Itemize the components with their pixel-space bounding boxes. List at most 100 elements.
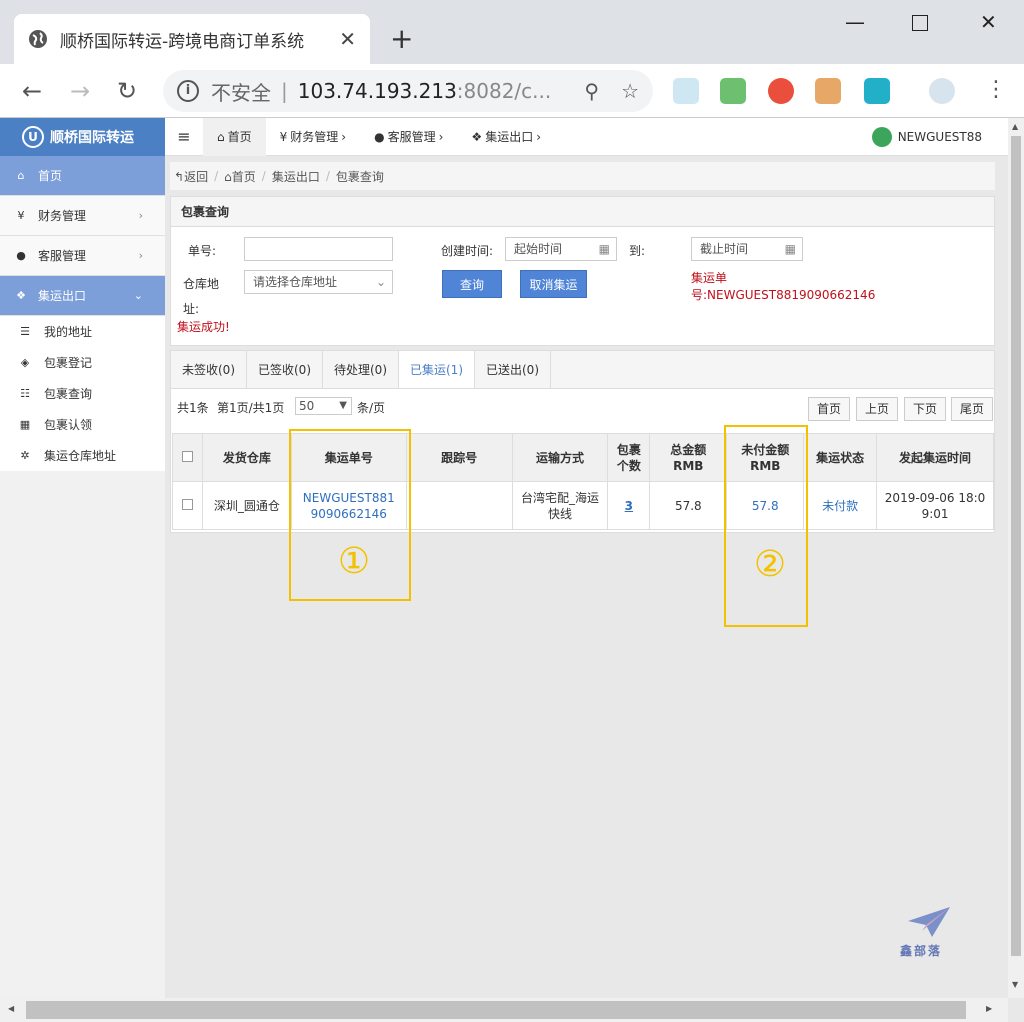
logo[interactable]: U 顺桥国际转运 xyxy=(0,118,165,156)
first-page-button[interactable]: 首页 xyxy=(808,397,851,421)
extension-icon-1[interactable] xyxy=(673,78,699,104)
url-text[interactable]: 103.74.193.213:8082/c... xyxy=(298,79,585,103)
order-input[interactable] xyxy=(244,237,393,261)
col-status: 集运状态 xyxy=(803,433,878,482)
reply-icon: ↰ xyxy=(174,169,185,184)
cell-total: 57.8 xyxy=(649,481,728,530)
scroll-up-icon[interactable]: ▲ xyxy=(1012,122,1018,131)
profile-avatar[interactable] xyxy=(929,78,955,104)
warehouse-label: 仓库地 xyxy=(183,277,220,291)
topnav-home[interactable]: ⌂ 首页 xyxy=(203,117,266,156)
back-icon[interactable]: ← xyxy=(22,77,42,105)
row-checkbox[interactable] xyxy=(172,481,203,530)
scroll-right-icon[interactable]: ▶ xyxy=(986,1004,992,1013)
cell-tracking xyxy=(405,481,513,530)
watermark-logo: 鑫部落 xyxy=(900,901,960,961)
breadcrumb-export[interactable]: 集运出口 xyxy=(272,168,320,185)
tab-shipped[interactable]: 已送出(0) xyxy=(475,351,551,389)
sidebar-item-home[interactable]: ⌂ 首页 xyxy=(0,156,165,196)
scroll-left-icon[interactable]: ◀ xyxy=(8,1004,14,1013)
horizontal-scrollbar[interactable]: ◀ ▶ xyxy=(0,998,1008,1022)
close-tab-icon[interactable]: ✕ xyxy=(339,27,356,51)
page-info: 第1页/共1页 xyxy=(217,401,285,415)
reload-icon[interactable]: ↻ xyxy=(117,77,137,105)
extension-icon-4[interactable] xyxy=(815,78,841,104)
chevron-right-icon: › xyxy=(536,129,542,144)
sidebar-item-service[interactable]: ● 客服管理 › xyxy=(0,236,165,276)
cell-status[interactable]: 未付款 xyxy=(803,481,878,530)
horizontal-scroll-thumb[interactable] xyxy=(26,1001,966,1019)
user-menu[interactable]: NEWGUEST88 xyxy=(871,127,982,147)
browser-menu-icon[interactable]: ⋮ xyxy=(985,77,1007,102)
page-size-select[interactable]: 50 ▼ xyxy=(295,397,352,415)
col-packages: 包裹个数 xyxy=(607,433,651,482)
tab-pending[interactable]: 待处理(0) xyxy=(323,351,399,389)
breadcrumb-home[interactable]: ⌂首页 xyxy=(224,168,256,185)
browser-tab-strip: 顺桥国际转运-跨境电商订单系统 ✕ + — ✕ xyxy=(0,0,1024,64)
extension-icon-5[interactable] xyxy=(864,78,890,104)
cubes-icon: ❖ xyxy=(471,129,483,144)
cancel-consolidation-button[interactable]: 取消集运 xyxy=(520,270,587,298)
cell-warehouse: 深圳_圆通仓 xyxy=(201,481,292,530)
result-line-1: 集运单 xyxy=(691,271,728,285)
sidebar-item-finance[interactable]: ¥ 财务管理 › xyxy=(0,196,165,236)
success-message: 集运成功! xyxy=(177,320,230,334)
topnav-finance[interactable]: ¥ 财务管理 › xyxy=(266,118,360,156)
select-all-checkbox[interactable] xyxy=(172,433,203,482)
window-close-icon[interactable]: ✕ xyxy=(980,10,997,34)
sidebar-subitem-package-register[interactable]: ◈ 包裹登记 xyxy=(0,347,165,378)
maximize-icon[interactable] xyxy=(912,15,928,31)
query-button[interactable]: 查询 xyxy=(442,270,502,298)
sidebar-subitem-my-address[interactable]: ☰ 我的地址 xyxy=(0,316,165,347)
tab-title: 顺桥国际转运-跨境电商订单系统 xyxy=(60,31,305,52)
new-tab-icon[interactable]: + xyxy=(390,22,413,55)
sidebar-item-export[interactable]: ❖ 集运出口 ⌄ xyxy=(0,276,165,316)
annotation-number-1: ① xyxy=(337,541,371,582)
col-warehouse: 发货仓库 xyxy=(201,433,292,482)
start-date-input[interactable]: 起始时间 ▦ xyxy=(505,237,617,261)
query-panel: 包裹查询 单号: 创建时间: 起始时间 ▦ 到: 截止时间 ▦ 仓库地 址: 请… xyxy=(170,196,995,346)
back-link[interactable]: ↰返回 xyxy=(174,168,208,185)
extension-icon-3[interactable] xyxy=(768,78,794,104)
topnav-export[interactable]: ❖ 集运出口 › xyxy=(457,118,555,156)
forward-icon[interactable]: → xyxy=(70,77,90,105)
calendar-icon: ▦ xyxy=(598,242,610,256)
sidebar-subitem-package-claim[interactable]: ▦ 包裹认领 xyxy=(0,409,165,440)
annotation-box-2 xyxy=(724,425,808,627)
calendar-icon: ▦ xyxy=(784,242,796,256)
vertical-scrollbar[interactable]: ▲ ▼ xyxy=(1008,118,1024,998)
order-label: 单号: xyxy=(188,244,217,258)
last-page-button[interactable]: 尾页 xyxy=(951,397,994,421)
vertical-scroll-thumb[interactable] xyxy=(1011,136,1021,956)
zoom-icon[interactable]: ⚲ xyxy=(584,79,599,103)
sidebar: U 顺桥国际转运 ⌂ 首页 ¥ 财务管理 › ● 客服管理 › ❖ 集运出口 ⌄… xyxy=(0,118,165,998)
prev-page-button[interactable]: 上页 xyxy=(856,397,899,421)
insecure-label: 不安全 xyxy=(211,80,271,105)
topnav-service[interactable]: ● 客服管理 › xyxy=(360,118,457,156)
warehouse-select[interactable]: 请选择仓库地址 ⌄ xyxy=(244,270,393,294)
cell-shipping: 台湾宅配_海运 快线 xyxy=(511,481,609,530)
cell-packages[interactable]: 3 xyxy=(607,481,651,530)
info-icon[interactable]: i xyxy=(177,80,199,102)
tab-consolidated[interactable]: 已集运(1) xyxy=(399,351,475,389)
minimize-icon[interactable]: — xyxy=(845,10,865,34)
user-avatar-icon xyxy=(871,127,892,147)
created-label: 创建时间: xyxy=(441,244,494,258)
end-date-input[interactable]: 截止时间 ▦ xyxy=(691,237,803,261)
address-bar[interactable]: i 不安全 | 103.74.193.213:8082/c... ⚲ ☆ xyxy=(163,70,653,112)
home-icon: ⌂ xyxy=(17,169,25,182)
sidebar-subitem-package-query[interactable]: ☷ 包裹查询 xyxy=(0,378,165,409)
annotation-number-2: ② xyxy=(753,544,787,585)
scroll-down-icon[interactable]: ▼ xyxy=(1012,980,1018,989)
tab-signed[interactable]: 已签收(0) xyxy=(247,351,323,389)
extension-icon-2[interactable] xyxy=(720,78,746,104)
next-page-button[interactable]: 下页 xyxy=(904,397,947,421)
tab-unsigned[interactable]: 未签收(0) xyxy=(171,351,247,389)
hamburger-menu-icon[interactable]: ≡ xyxy=(165,127,203,146)
bookmark-star-icon[interactable]: ☆ xyxy=(621,79,639,103)
cubes-icon: ❖ xyxy=(16,289,26,302)
logo-icon: U xyxy=(22,126,44,148)
browser-tab[interactable]: 顺桥国际转运-跨境电商订单系统 ✕ xyxy=(14,14,370,64)
sidebar-subitem-warehouse-address[interactable]: ✲ 集运仓库地址 xyxy=(0,440,165,471)
chevron-down-icon: ⌄ xyxy=(133,289,143,302)
